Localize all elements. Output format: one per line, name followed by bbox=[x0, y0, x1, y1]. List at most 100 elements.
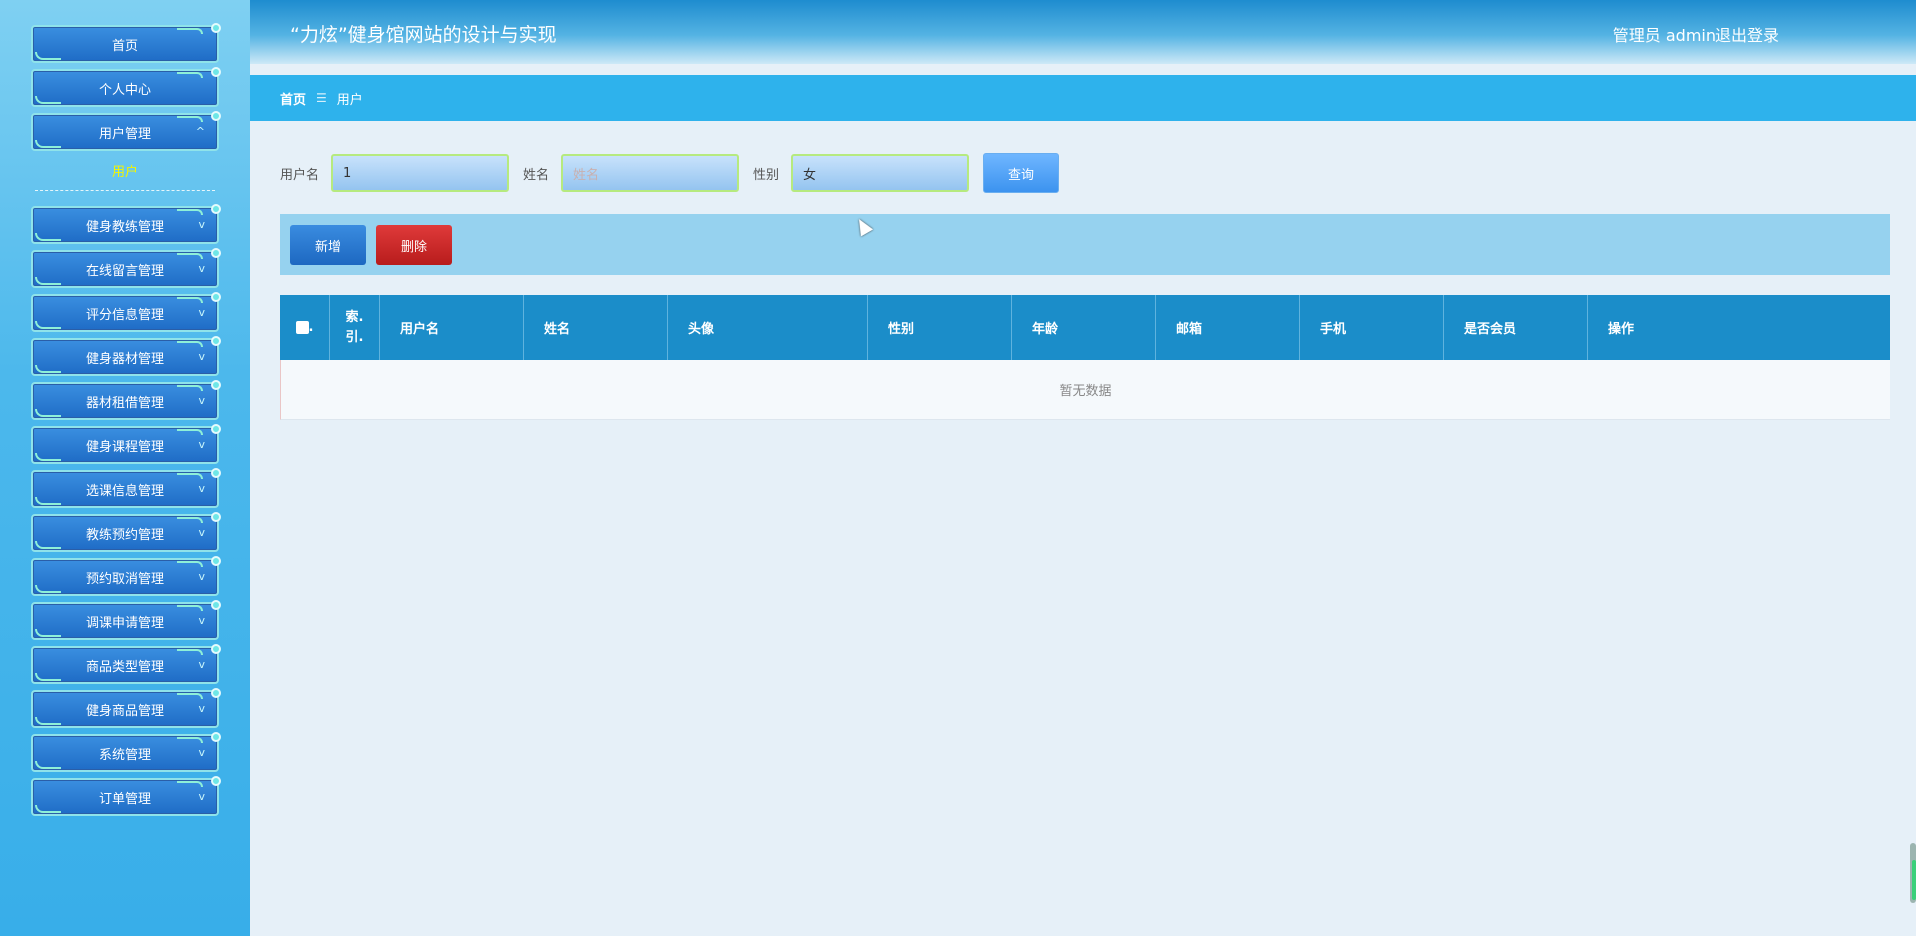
ornament bbox=[35, 541, 61, 549]
ornament bbox=[35, 585, 61, 593]
sidebar-item-equipment-management[interactable]: 健身器材管理 v bbox=[31, 336, 221, 376]
ornament bbox=[177, 737, 203, 743]
ornament bbox=[35, 52, 61, 60]
col-index-line1: 索. bbox=[345, 309, 364, 325]
search-button[interactable]: 查询 bbox=[983, 153, 1060, 193]
col-member: 是否会员 bbox=[1444, 295, 1588, 360]
sidebar-item-coach-booking[interactable]: 教练预约管理 v bbox=[31, 512, 221, 552]
ornament bbox=[35, 321, 61, 329]
ornament bbox=[177, 473, 203, 479]
chevron-down-icon: v bbox=[198, 526, 205, 539]
col-username: 用户名 bbox=[380, 295, 524, 360]
chevron-down-icon: v bbox=[198, 746, 205, 759]
ornament bbox=[177, 649, 203, 655]
select-all-checkbox[interactable] bbox=[295, 321, 309, 334]
ornament bbox=[35, 96, 61, 104]
sidebar-item-coach-management[interactable]: 健身教练管理 v bbox=[31, 204, 221, 244]
submenu-item-users[interactable]: 用户 bbox=[35, 161, 215, 191]
chevron-down-icon: v bbox=[198, 614, 205, 627]
name-input[interactable]: 姓名 bbox=[561, 154, 740, 192]
table-header: . 索. 引. 用户名 姓名 头像 性别 年龄 邮箱 手机 是否会员 操作 bbox=[280, 295, 1890, 360]
chevron-down-icon: v bbox=[198, 394, 205, 407]
sidebar-item-label: 器材租借管理 bbox=[85, 395, 164, 411]
sidebar-item-orders[interactable]: 订单管理 v bbox=[31, 776, 221, 816]
ornament bbox=[35, 673, 61, 681]
ornament bbox=[177, 385, 203, 391]
sidebar-item-label: 健身课程管理 bbox=[85, 439, 164, 455]
ornament-dot bbox=[211, 688, 221, 698]
sidebar-item-home[interactable]: 首页 bbox=[31, 23, 221, 63]
ornament-dot bbox=[211, 644, 221, 654]
user-table: . 索. 引. 用户名 姓名 头像 性别 年龄 邮箱 手机 是否会员 操作 暂无… bbox=[280, 295, 1890, 420]
name-label: 姓名 bbox=[523, 167, 550, 183]
ornament-dot bbox=[211, 23, 221, 33]
ornament bbox=[177, 116, 203, 122]
ornament-dot bbox=[211, 600, 221, 610]
sidebar-item-system[interactable]: 系统管理 v bbox=[31, 732, 221, 772]
col-index: 索. 引. bbox=[330, 295, 380, 360]
sidebar-item-label: 订单管理 bbox=[98, 791, 151, 807]
search-bar: 用户名 1 姓名 姓名 性别 女 查询 bbox=[280, 153, 1060, 193]
logout-link[interactable]: 退出登录 bbox=[1715, 22, 1779, 46]
sidebar-item-booking-cancel[interactable]: 预约取消管理 v bbox=[31, 556, 221, 596]
app-title: “力炫”健身馆网站的设计与实现 bbox=[290, 24, 557, 46]
sidebar: 首页 个人中心 用户管理 ^ 用户 健身教练管理 v 在线留言管理 v 评分信息管理… bbox=[0, 0, 250, 936]
sidebar-item-label: 在线留言管理 bbox=[85, 263, 164, 279]
sidebar-item-personal-center[interactable]: 个人中心 bbox=[31, 67, 221, 107]
chevron-down-icon: v bbox=[198, 262, 205, 275]
select-all-checkbox-cell[interactable]: . bbox=[280, 295, 330, 360]
scrollbar-accent bbox=[1912, 860, 1916, 900]
sidebar-item-label: 调课申请管理 bbox=[85, 615, 164, 631]
ornament bbox=[35, 140, 61, 148]
ornament bbox=[177, 429, 203, 435]
ornament bbox=[177, 297, 203, 303]
sidebar-item-course-change[interactable]: 调课申请管理 v bbox=[31, 600, 221, 640]
sidebar-item-equipment-rental[interactable]: 器材租借管理 v bbox=[31, 380, 221, 420]
delete-button[interactable]: 删除 bbox=[376, 225, 452, 265]
ornament bbox=[177, 28, 203, 34]
sidebar-item-product-type[interactable]: 商品类型管理 v bbox=[31, 644, 221, 684]
ornament-dot bbox=[211, 292, 221, 302]
col-name: 姓名 bbox=[524, 295, 668, 360]
ornament bbox=[177, 605, 203, 611]
chevron-down-icon: v bbox=[198, 658, 205, 671]
sidebar-item-message-management[interactable]: 在线留言管理 v bbox=[31, 248, 221, 288]
ornament bbox=[177, 341, 203, 347]
sidebar-item-label: 预约取消管理 bbox=[85, 571, 164, 587]
ornament-dot bbox=[211, 556, 221, 566]
action-bar: 新增 删除 bbox=[280, 214, 1890, 275]
chevron-down-icon: v bbox=[198, 790, 205, 803]
col-avatar: 头像 bbox=[668, 295, 868, 360]
breadcrumb-home[interactable]: 首页 bbox=[280, 89, 306, 108]
username-label: 用户名 bbox=[280, 167, 320, 183]
ornament bbox=[177, 693, 203, 699]
chevron-up-icon: ^ bbox=[195, 125, 205, 138]
sidebar-item-rating-management[interactable]: 评分信息管理 v bbox=[31, 292, 221, 332]
sidebar-item-course-selection[interactable]: 选课信息管理 v bbox=[31, 468, 221, 508]
empty-state: 暂无数据 bbox=[280, 360, 1890, 420]
sidebar-item-course-management[interactable]: 健身课程管理 v bbox=[31, 424, 221, 464]
ornament bbox=[35, 805, 61, 813]
sidebar-item-label: 健身教练管理 bbox=[85, 219, 164, 235]
sidebar-item-label: 教练预约管理 bbox=[85, 527, 164, 543]
col-gender: 性别 bbox=[868, 295, 1012, 360]
ornament bbox=[35, 717, 61, 725]
menu-icon: ☰ bbox=[316, 91, 327, 105]
ornament bbox=[35, 453, 61, 461]
ornament-dot bbox=[211, 512, 221, 522]
chevron-down-icon: v bbox=[198, 350, 205, 363]
sidebar-item-label: 用户管理 bbox=[98, 126, 151, 142]
username-input[interactable]: 1 bbox=[331, 154, 510, 192]
sidebar-item-product-management[interactable]: 健身商品管理 v bbox=[31, 688, 221, 728]
sidebar-item-label: 评分信息管理 bbox=[85, 307, 164, 323]
sidebar-item-user-management[interactable]: 用户管理 ^ bbox=[31, 111, 221, 151]
col-index-line2: 引. bbox=[345, 329, 364, 345]
add-button[interactable]: 新增 bbox=[290, 225, 366, 265]
ornament-dot bbox=[211, 424, 221, 434]
chevron-down-icon: v bbox=[198, 702, 205, 715]
gender-input[interactable]: 女 bbox=[791, 154, 970, 192]
ornament-dot bbox=[211, 776, 221, 786]
ornament-dot bbox=[211, 732, 221, 742]
sidebar-item-label: 商品类型管理 bbox=[85, 659, 164, 675]
breadcrumb: 首页 ☰ 用户 bbox=[250, 75, 1916, 121]
